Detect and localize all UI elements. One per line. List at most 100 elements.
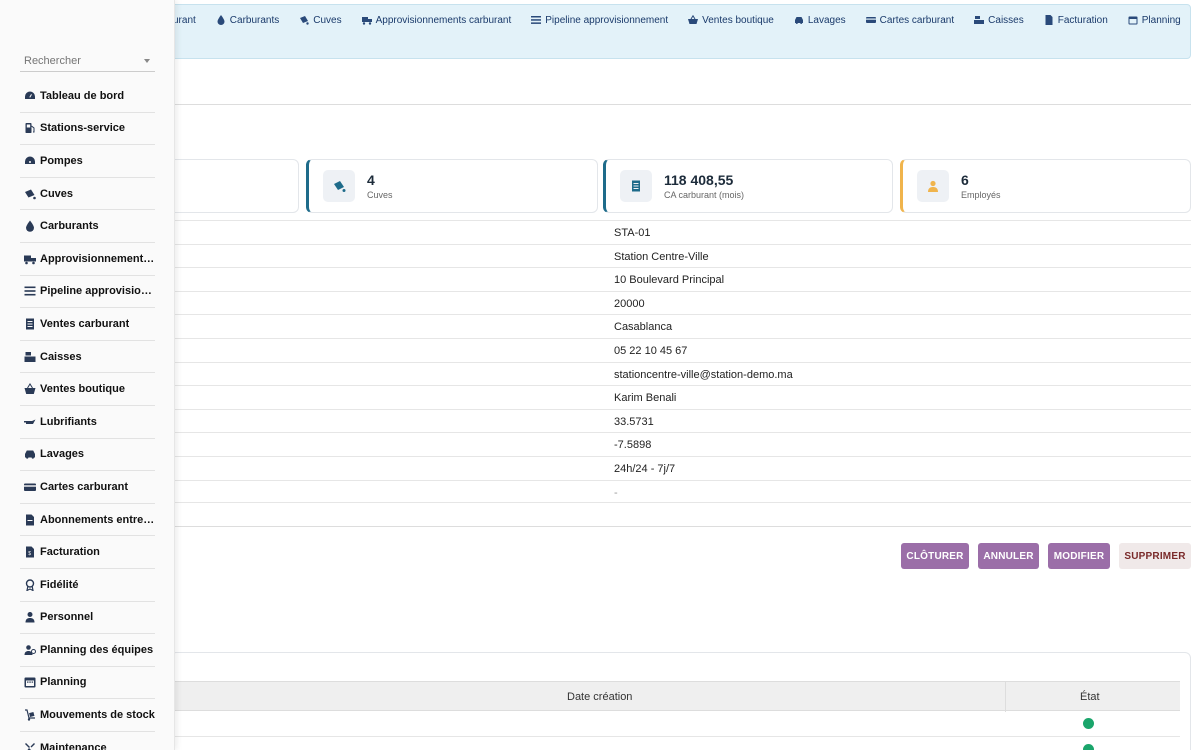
- table-row[interactable]: [170, 737, 1180, 750]
- sidebar-item-label: Ventes boutique: [40, 383, 125, 396]
- sidebar-item-label: Pipeline approvisionnement: [40, 285, 155, 298]
- truck-icon: [24, 255, 36, 265]
- sidebar-item-pipeline[interactable]: Pipeline approvisionnement: [20, 276, 155, 309]
- sidebar-search[interactable]: [20, 52, 155, 72]
- modifier-button[interactable]: MODIFIER: [1048, 543, 1110, 569]
- fuel-pump-icon: [25, 123, 35, 134]
- sidebar-item-tableau-de-bord[interactable]: Tableau de bord: [20, 80, 155, 113]
- column-header-etat[interactable]: État: [1080, 691, 1100, 703]
- sidebar-item-pompes[interactable]: Pompes: [20, 145, 155, 178]
- calendar-icon: [1128, 16, 1138, 25]
- detail-row: 20000: [170, 290, 1191, 315]
- stat-card-cuves: 4 Cuves: [306, 159, 598, 213]
- top-nav-item-pipeline[interactable]: Pipeline approvisionnement: [531, 15, 668, 26]
- table-row[interactable]: [170, 711, 1180, 737]
- sidebar-item-cartes-carburant[interactable]: Cartes carburant: [20, 471, 155, 504]
- top-nav-item-cuves[interactable]: Cuves: [299, 15, 342, 26]
- detail-row: -7.5898: [170, 432, 1191, 456]
- sidebar-item-label: Planning: [40, 676, 87, 689]
- detail-value: -7.5898: [614, 439, 652, 452]
- sidebar-item-label: Lavages: [40, 448, 85, 461]
- stat-icon-box: [323, 170, 355, 202]
- history-table-header: Date création État: [170, 681, 1180, 712]
- stat-card-ca-carburant: 118 408,55 CA carburant (mois): [603, 159, 893, 213]
- sidebar-item-label: Cartes carburant: [40, 480, 129, 493]
- status-dot: [1083, 718, 1094, 729]
- cloturer-button[interactable]: CLÔTURER: [901, 543, 969, 569]
- top-nav-item-approvisionnements[interactable]: Approvisionnements carburant: [361, 15, 511, 26]
- detail-value: STA-01: [614, 227, 651, 239]
- sidebar-item-carburants[interactable]: Carburants: [20, 210, 155, 243]
- sidebar-item-abonnements-entreprise[interactable]: Abonnements entreprise: [20, 504, 155, 537]
- register-icon: [974, 16, 985, 24]
- sidebar-item-approvisionnements[interactable]: Approvisionnements carburant: [20, 243, 155, 276]
- top-nav-item-carburants[interactable]: Carburants: [216, 15, 279, 26]
- sidebar-item-personnel[interactable]: Personnel: [20, 602, 155, 635]
- wrench-icon: [25, 742, 35, 750]
- detail-row: Station Centre-Ville: [170, 243, 1191, 268]
- stat-icon-box: [620, 170, 652, 202]
- detail-row: stationcentre-ville@station-demo.ma: [170, 361, 1191, 386]
- detail-value: Karim Benali: [614, 392, 677, 405]
- detail-value: -: [614, 486, 618, 499]
- sidebar-item-lubrifiants[interactable]: Lubrifiants: [20, 406, 155, 439]
- sidebar-item-maintenance[interactable]: Maintenance: [20, 732, 155, 750]
- top-nav-item-cartes-carburant[interactable]: Cartes carburant: [865, 15, 954, 26]
- stat-label: Cuves: [367, 190, 393, 200]
- detail-row: 24h/24 - 7j/7: [170, 455, 1191, 480]
- sidebar-item-label: Personnel: [40, 611, 94, 624]
- sidebar-item-ventes-boutique[interactable]: Ventes boutique: [20, 373, 155, 406]
- search-input[interactable]: [20, 52, 138, 70]
- detail-row: -: [170, 479, 1191, 504]
- top-nav-item-caisses[interactable]: Caisses: [974, 15, 1024, 26]
- sidebar-item-ventes-carburant[interactable]: Ventes carburant: [20, 308, 155, 341]
- top-nav-item-carburant-partial[interactable]: urant: [173, 15, 196, 26]
- stat-value: 4: [367, 172, 375, 188]
- detail-row: Karim Benali: [170, 385, 1191, 409]
- sidebar-item-label: Fidélité: [40, 578, 79, 591]
- stat-card-employes: 6 Employés: [900, 159, 1191, 213]
- sidebar: Tableau de bord Stations-service Pompes …: [0, 0, 175, 750]
- details-divider: [170, 526, 1191, 527]
- chevron-down-icon[interactable]: [144, 59, 150, 63]
- top-nav-item-ventes-boutique[interactable]: Ventes boutique: [688, 15, 774, 26]
- sidebar-item-stations-service[interactable]: Stations-service: [20, 113, 155, 146]
- stat-label: CA carburant (mois): [664, 190, 745, 200]
- sidebar-item-facturation[interactable]: $ Facturation: [20, 536, 155, 569]
- detail-row: Casablanca: [170, 314, 1191, 338]
- detail-row: 33.5731: [170, 408, 1191, 433]
- calendar-icon: [24, 677, 36, 688]
- sidebar-item-caisses[interactable]: Caisses: [20, 341, 155, 374]
- sidebar-item-label: Approvisionnements carburant: [40, 252, 155, 265]
- sidebar-item-mouvements-de-stock[interactable]: Mouvements de stock: [20, 699, 155, 732]
- sidebar-item-label: Maintenance: [40, 741, 107, 750]
- stat-label: Employés: [961, 190, 1001, 200]
- gauge-icon: [25, 156, 35, 164]
- sidebar-menu: Tableau de bord Stations-service Pompes …: [20, 80, 155, 750]
- top-nav-item-facturation[interactable]: Facturation: [1044, 15, 1108, 26]
- sidebar-item-cuves[interactable]: Cuves: [20, 178, 155, 211]
- drop-icon: [26, 220, 34, 232]
- invoice-icon: $: [26, 546, 34, 558]
- top-nav-item-planning[interactable]: Planning: [1128, 15, 1181, 26]
- sidebar-item-fidelite[interactable]: Fidélité: [20, 569, 155, 602]
- sidebar-item-planning-des-equipes[interactable]: Planning des équipes: [20, 634, 155, 667]
- stat-value: 6: [961, 172, 969, 188]
- sidebar-item-planning[interactable]: Planning: [20, 667, 155, 700]
- bucket-icon: [300, 16, 309, 25]
- top-nav-item-lavages[interactable]: Lavages: [794, 15, 846, 26]
- receipt-icon: [26, 318, 34, 330]
- sidebar-item-lavages[interactable]: Lavages: [20, 439, 155, 472]
- detail-value: stationcentre-ville@station-demo.ma: [614, 368, 793, 381]
- column-header-date[interactable]: Date création: [567, 691, 632, 703]
- truck-icon: [361, 17, 372, 25]
- bucket-icon: [334, 181, 346, 192]
- car-icon: [794, 17, 803, 24]
- list-icon: [24, 286, 36, 296]
- annuler-button[interactable]: ANNULER: [978, 543, 1039, 569]
- detail-value: 10 Boulevard Principal: [614, 274, 725, 287]
- detail-value: Station Centre-Ville: [614, 250, 709, 263]
- list-icon: [531, 16, 542, 24]
- supprimer-button[interactable]: SUPPRIMER: [1119, 543, 1191, 569]
- top-navigation: urant Carburants Cuves Approvisionnement…: [120, 4, 1191, 59]
